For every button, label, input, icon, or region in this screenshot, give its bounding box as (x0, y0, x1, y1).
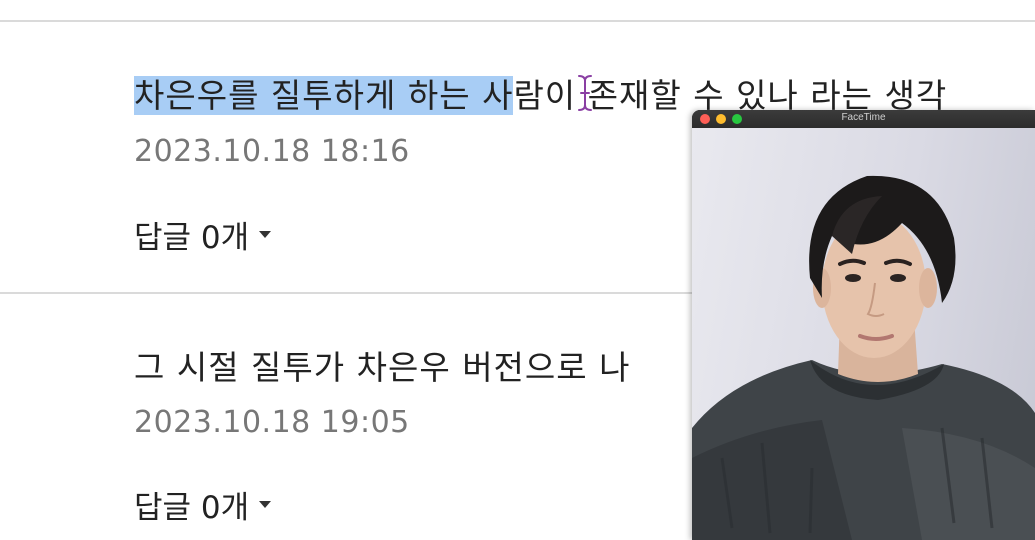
reply-toggle-button[interactable]: 답글 0개 (134, 212, 272, 257)
ibeam-cursor-icon (576, 73, 594, 113)
window-title: FaceTime (841, 112, 886, 123)
reply-toggle-button[interactable]: 답글 0개 (134, 482, 272, 527)
caret-down-icon (259, 501, 272, 508)
video-feed (692, 128, 1035, 540)
reply-count-label: 답글 0개 (134, 220, 250, 256)
comment-text[interactable]: 그 시절 질투가 차은우 버전으로 나 (134, 344, 631, 392)
person-video-image (692, 175, 1035, 540)
caret-down-icon (259, 231, 272, 238)
screen: 차은우를 질투하게 하는 사람이 존재할 수 있나 라는 생각 2023.10.… (0, 0, 1035, 540)
comment-date: 2023.10.18 18:16 (134, 134, 410, 169)
facetime-window[interactable]: FaceTime (692, 110, 1035, 540)
text-selection: 차은우를 질투하게 하는 사 (134, 76, 514, 115)
top-divider (0, 20, 1035, 22)
reply-count-label: 답글 0개 (134, 490, 250, 526)
comment-date: 2023.10.18 19:05 (134, 405, 410, 440)
window-titlebar[interactable]: FaceTime (692, 110, 1035, 128)
